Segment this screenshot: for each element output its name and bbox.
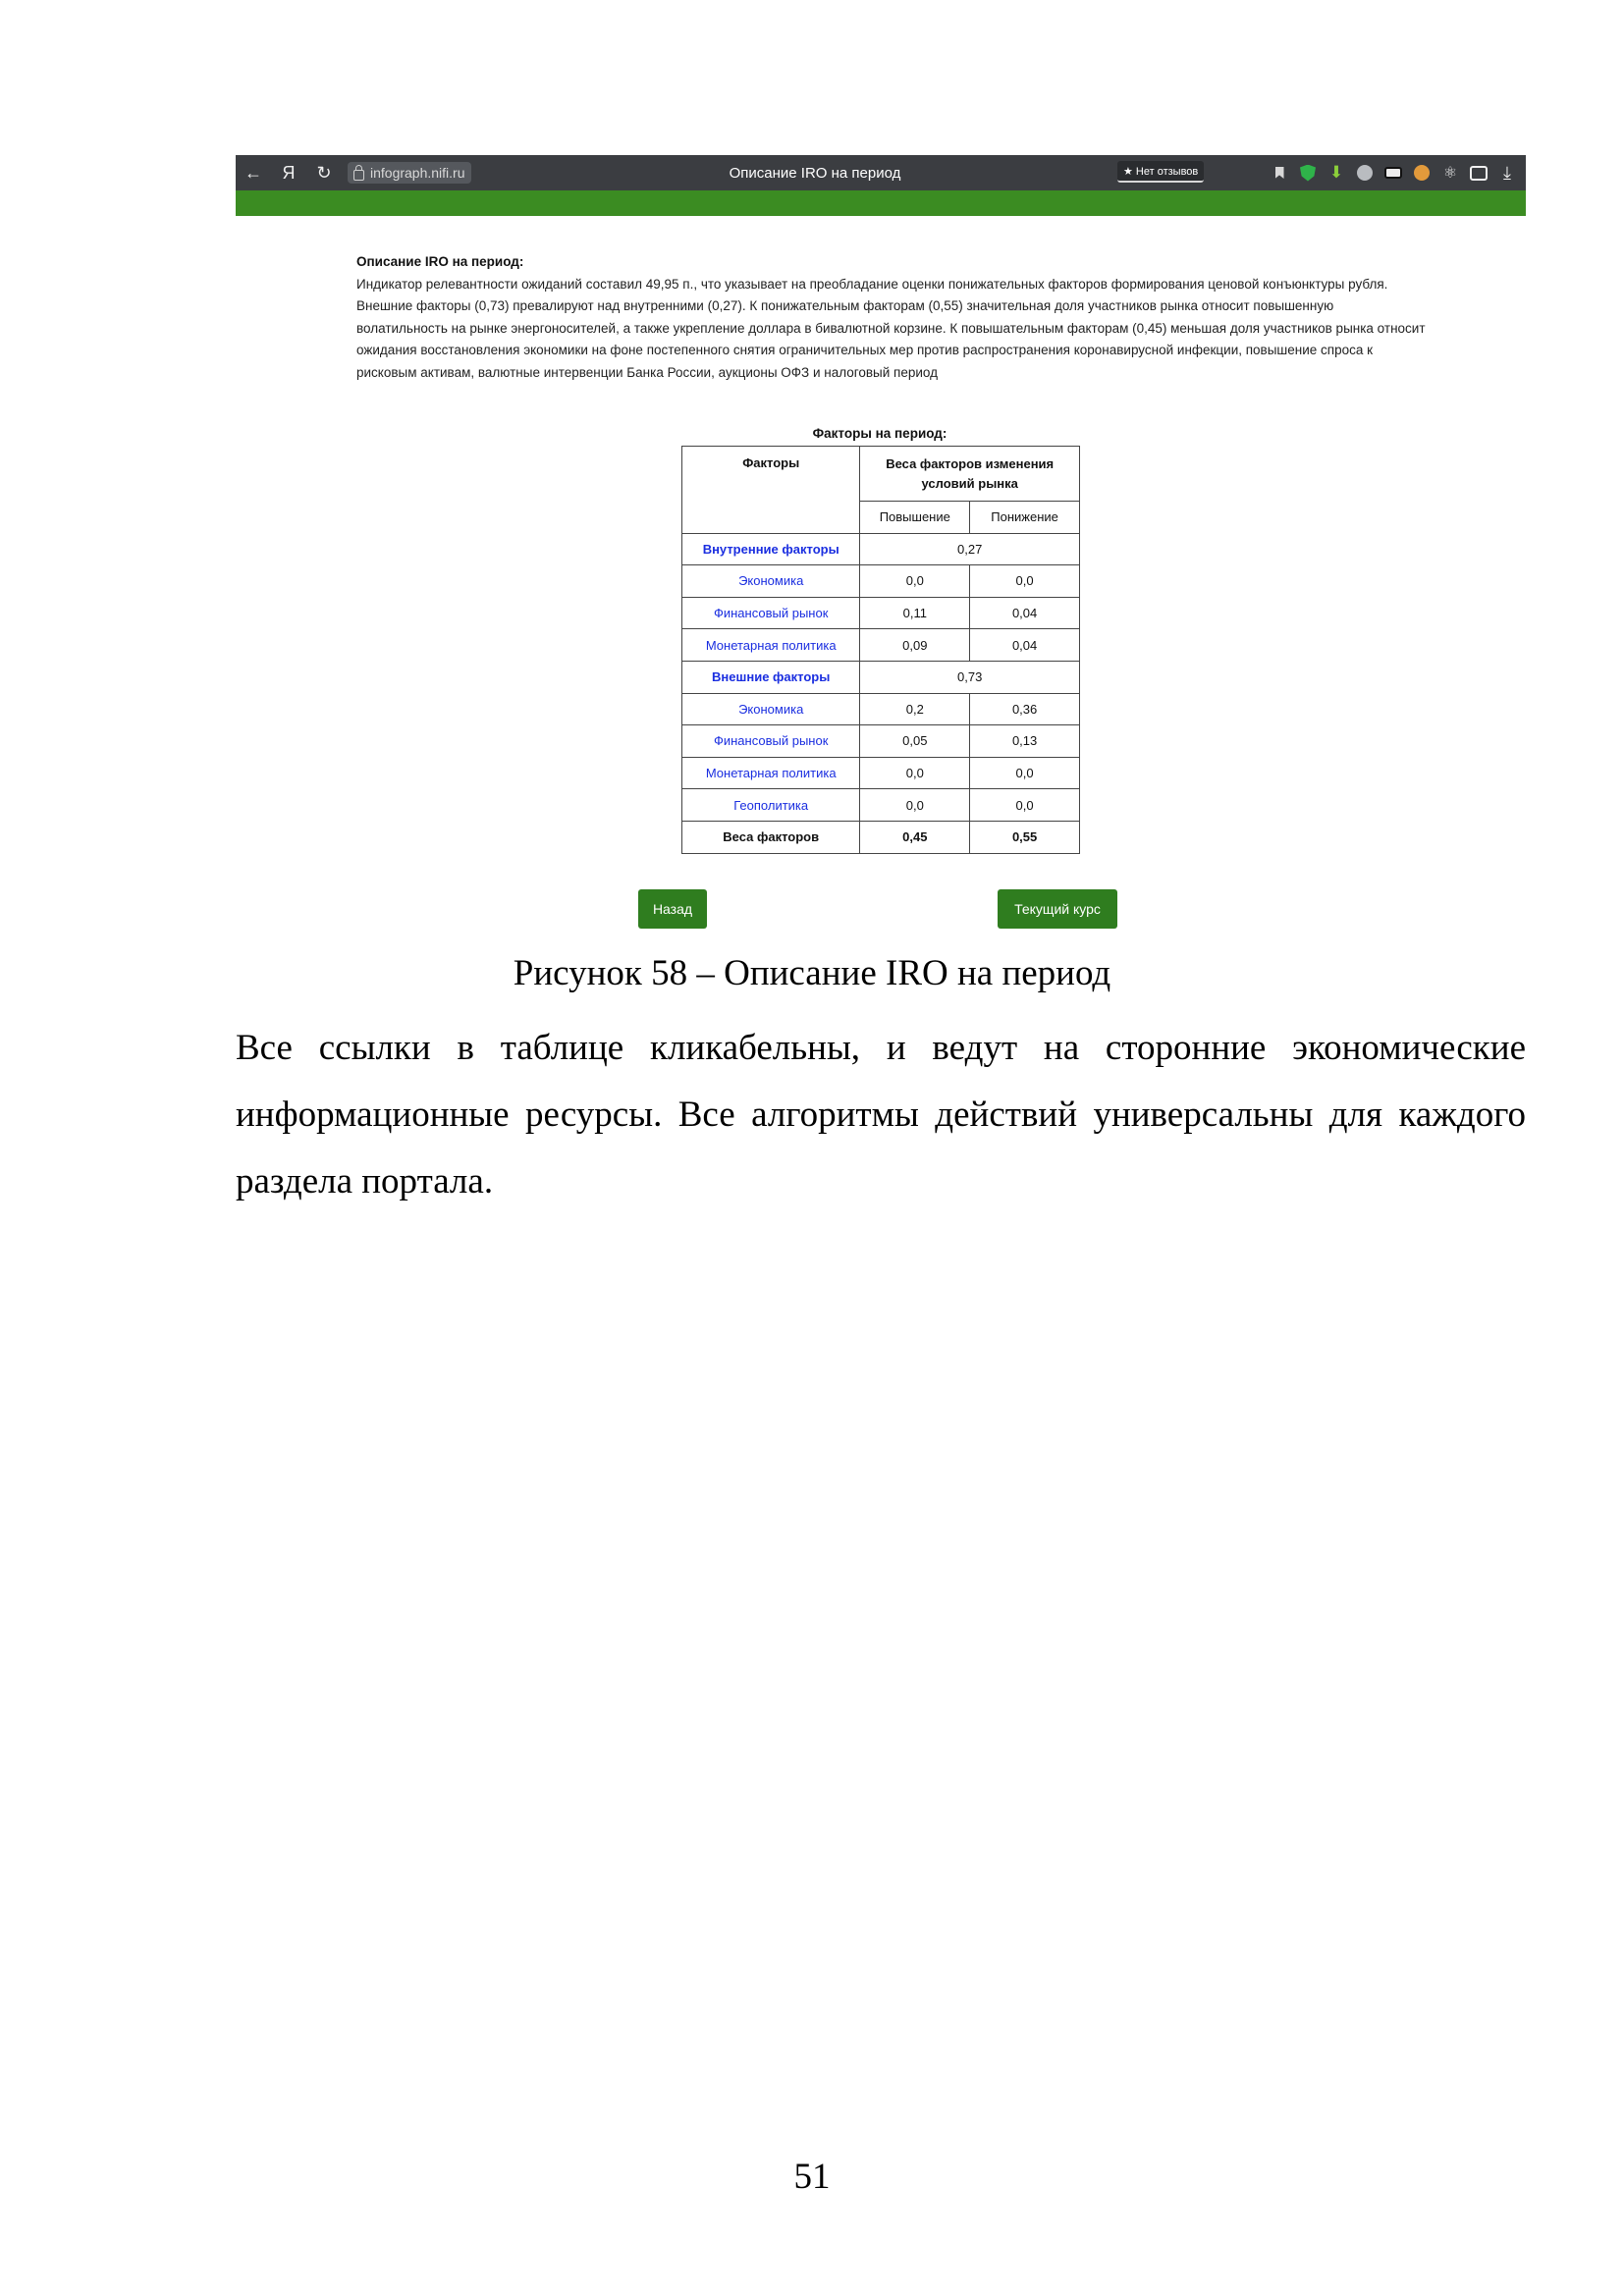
total-label: Веса факторов: [680, 820, 861, 854]
table-row: Монетарная политика 0,09 0,04: [680, 628, 1080, 662]
extension-icons: ⬇ ⚛ ⤓: [1271, 155, 1516, 190]
bookmark-icon[interactable]: [1271, 164, 1288, 182]
factor-up: 0,2: [859, 692, 971, 726]
header-factors: Факторы: [680, 446, 861, 534]
factor-link[interactable]: Финансовый рынок: [680, 724, 861, 758]
header-down: Понижение: [969, 501, 1080, 534]
factor-link[interactable]: Монетарная политика: [680, 756, 861, 790]
browser-toolbar: ← Я ↻ infograph.nifi.ru Описание IRO на …: [236, 155, 1526, 190]
factor-down: 0,0: [969, 564, 1080, 598]
factor-link[interactable]: Геополитика: [680, 788, 861, 822]
header-up: Повышение: [859, 501, 971, 534]
factor-link[interactable]: Монетарная политика: [680, 628, 861, 662]
figure-caption: Рисунок 58 – Описание IRO на период: [513, 953, 1111, 993]
embedded-screenshot: ← Я ↻ infograph.nifi.ru Описание IRO на …: [236, 155, 1526, 944]
factor-up: 0,05: [859, 724, 971, 758]
table-row: Веса факторов 0,45 0,55: [680, 820, 1080, 854]
factor-down: 0,36: [969, 692, 1080, 726]
download-icon[interactable]: ⤓: [1498, 163, 1516, 183]
table-row: Внутренние факторы 0,27: [680, 532, 1080, 566]
current-rate-button[interactable]: Текущий курс: [998, 889, 1117, 929]
table-row: Монетарная политика 0,0 0,0: [680, 756, 1080, 790]
iro-description: Индикатор релевантности ожиданий состави…: [356, 276, 1426, 380]
factor-down: 0,04: [969, 628, 1080, 662]
download-manager-icon[interactable]: ⬇: [1327, 163, 1345, 182]
lock-icon: [353, 164, 364, 181]
factor-link[interactable]: Экономика: [680, 692, 861, 726]
reload-icon[interactable]: ↻: [306, 155, 342, 190]
site-header-band: [236, 190, 1526, 216]
factor-down: 0,13: [969, 724, 1080, 758]
factor-up: 0,11: [859, 596, 971, 630]
table-row: Финансовый рынок 0,05 0,13: [680, 724, 1080, 758]
table-row: Финансовый рынок 0,11 0,04: [680, 596, 1080, 630]
total-up: 0,45: [859, 820, 971, 854]
factor-up: 0,09: [859, 628, 971, 662]
table-row: Геополитика 0,0 0,0: [680, 788, 1080, 822]
total-down: 0,55: [969, 820, 1080, 854]
factor-down: 0,0: [969, 788, 1080, 822]
back-button[interactable]: Назад: [638, 889, 707, 929]
body-paragraph: Все ссылки в таблице кликабельны, и веду…: [236, 1028, 1526, 1201]
page-title: Описание IRO на период: [729, 164, 901, 182]
header-weights: Веса факторов изменения условий рынка: [859, 446, 1080, 502]
iro-heading: Описание IRO на период:: [356, 254, 524, 269]
mask-icon[interactable]: [1384, 164, 1402, 182]
external-factors-link[interactable]: Внешние факторы: [680, 660, 861, 694]
atom-icon[interactable]: ⚛: [1441, 164, 1459, 182]
factor-link[interactable]: Финансовый рынок: [680, 596, 861, 630]
reviews-button[interactable]: ★ Нет отзывов: [1117, 161, 1205, 183]
back-arrow-icon[interactable]: ←: [236, 155, 271, 190]
factor-up: 0,0: [859, 564, 971, 598]
factor-down: 0,0: [969, 756, 1080, 790]
factor-up: 0,0: [859, 788, 971, 822]
page-number: 51: [793, 2157, 831, 2197]
address-bar[interactable]: infograph.nifi.ru: [348, 162, 471, 184]
cookie-icon[interactable]: [1413, 164, 1431, 182]
internal-factors-link[interactable]: Внутренние факторы: [680, 532, 861, 566]
factors-caption: Факторы на период:: [812, 426, 947, 441]
external-factors-value: 0,73: [859, 660, 1080, 694]
iro-description-block: Описание IRO на период: Индикатор релева…: [356, 251, 1427, 384]
chat-icon[interactable]: [1470, 164, 1488, 182]
factor-up: 0,0: [859, 756, 971, 790]
globe-icon[interactable]: [1356, 164, 1374, 182]
table-row: Внешние факторы 0,73: [680, 660, 1080, 694]
shield-icon[interactable]: [1299, 164, 1317, 182]
internal-factors-value: 0,27: [859, 532, 1080, 566]
factor-link[interactable]: Экономика: [680, 564, 861, 598]
factor-down: 0,04: [969, 596, 1080, 630]
table-row: Экономика 0,0 0,0: [680, 564, 1080, 598]
table-row: Экономика 0,2 0,36: [680, 692, 1080, 726]
url-text: infograph.nifi.ru: [370, 165, 465, 181]
factors-table: Факторы Веса факторов изменения условий …: [680, 446, 1080, 854]
yandex-icon[interactable]: Я: [271, 155, 306, 190]
